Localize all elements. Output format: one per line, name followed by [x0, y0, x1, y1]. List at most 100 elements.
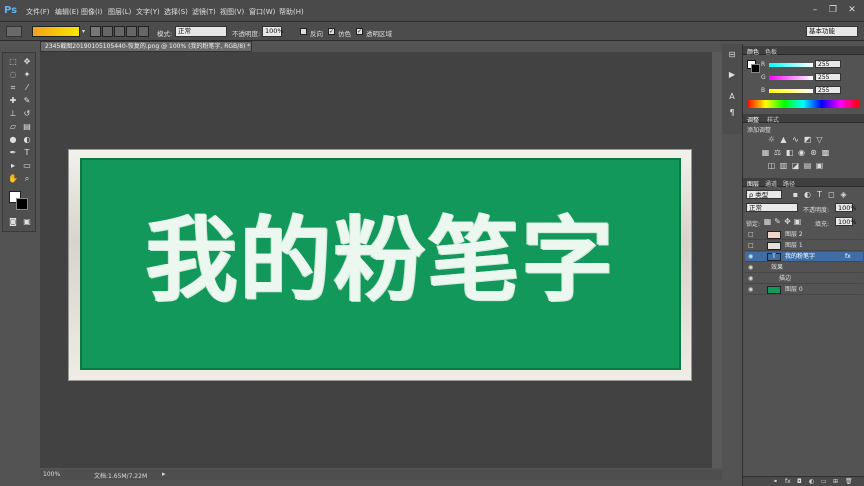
- healing-brush-icon[interactable]: ✚: [7, 96, 19, 106]
- new-layer-icon[interactable]: ⊞: [833, 478, 838, 485]
- color-lookup-icon[interactable]: ▩: [821, 149, 830, 157]
- opacity-input[interactable]: 100%: [262, 26, 284, 37]
- layer-row[interactable]: ◉ T 我的粉笔字 fx: [745, 252, 863, 262]
- visibility-toggle[interactable]: □: [748, 230, 756, 240]
- color-balance-icon[interactable]: ⚖: [773, 149, 782, 157]
- exposure-icon[interactable]: ◩: [803, 136, 812, 144]
- channel-mixer-icon[interactable]: ⊛: [809, 149, 818, 157]
- visibility-toggle[interactable]: □: [748, 241, 756, 251]
- eye-icon[interactable]: ◉: [748, 263, 756, 273]
- linear-gradient-icon[interactable]: [90, 26, 101, 37]
- menu-type[interactable]: 文字(Y): [136, 7, 160, 17]
- gradient-map-icon[interactable]: ▤: [803, 162, 812, 170]
- channel-g-value[interactable]: 255: [815, 73, 841, 81]
- curves-icon[interactable]: ∿: [791, 136, 800, 144]
- vertical-scrollbar[interactable]: [712, 52, 722, 468]
- magic-wand-icon[interactable]: ✦: [21, 70, 33, 80]
- menu-image[interactable]: 图像(I): [81, 7, 103, 17]
- zoom-tool-icon[interactable]: ⌕: [21, 174, 33, 184]
- layer-effect-row[interactable]: ◉ 效果: [745, 263, 863, 273]
- reverse-checkbox[interactable]: [300, 28, 307, 35]
- pen-tool-icon[interactable]: ✒: [7, 148, 19, 158]
- add-mask-icon[interactable]: ◘: [797, 478, 802, 485]
- transparency-checkbox[interactable]: ✓: [356, 28, 363, 35]
- clone-stamp-icon[interactable]: ⊥: [7, 109, 19, 119]
- angle-gradient-icon[interactable]: [114, 26, 125, 37]
- trash-icon[interactable]: 🗑: [845, 478, 853, 485]
- levels-icon[interactable]: ▲: [779, 136, 788, 144]
- tab-adjustments[interactable]: 调整: [747, 115, 759, 124]
- mode-select[interactable]: 正常: [175, 26, 227, 37]
- channel-r-slider[interactable]: [769, 63, 813, 67]
- filter-pixel-icon[interactable]: ▪: [791, 191, 800, 199]
- zoom-level[interactable]: 100%: [43, 471, 60, 478]
- status-menu-icon[interactable]: ▸: [162, 470, 166, 478]
- eye-icon[interactable]: ◉: [748, 274, 756, 284]
- blend-mode-select[interactable]: 正常: [746, 203, 798, 212]
- eye-icon[interactable]: ◉: [748, 252, 756, 262]
- lock-all-icon[interactable]: ▣: [793, 218, 802, 226]
- close-window-button[interactable]: ✕: [845, 5, 859, 16]
- brush-tool-icon[interactable]: ✎: [21, 96, 33, 106]
- vibrance-icon[interactable]: ▽: [815, 136, 824, 144]
- restore-button[interactable]: ❐: [826, 5, 840, 16]
- menu-view[interactable]: 视图(V): [220, 7, 244, 17]
- quick-mask-icon[interactable]: ◙: [7, 217, 19, 227]
- tab-color[interactable]: 颜色: [747, 47, 759, 56]
- background-color-swatch[interactable]: [16, 198, 28, 210]
- threshold-icon[interactable]: ◪: [791, 162, 800, 170]
- eraser-tool-icon[interactable]: ▱: [7, 122, 19, 132]
- dodge-tool-icon[interactable]: ◐: [21, 135, 33, 145]
- link-layers-icon[interactable]: ⚭: [773, 478, 778, 485]
- dither-checkbox[interactable]: ✓: [328, 28, 335, 35]
- fill-input[interactable]: 100%: [835, 217, 857, 226]
- brightness-icon[interactable]: ☼: [767, 136, 776, 144]
- history-brush-icon[interactable]: ↺: [21, 109, 33, 119]
- channel-b-value[interactable]: 255: [815, 86, 841, 94]
- channel-g-slider[interactable]: [769, 76, 813, 80]
- menu-file[interactable]: 文件(F): [26, 7, 50, 17]
- character-panel-icon[interactable]: A: [726, 92, 738, 102]
- filter-shape-icon[interactable]: ◻: [827, 191, 836, 199]
- color-spectrum-bar[interactable]: [747, 100, 859, 108]
- gradient-picker[interactable]: [32, 26, 80, 37]
- actions-panel-icon[interactable]: ▶: [726, 70, 738, 80]
- menu-filter[interactable]: 滤镜(T): [192, 7, 216, 17]
- menu-window[interactable]: 窗口(W): [249, 7, 275, 17]
- lock-transparent-icon[interactable]: ▦: [763, 218, 772, 226]
- eyedropper-icon[interactable]: ⁄: [21, 83, 33, 93]
- selective-color-icon[interactable]: ▣: [815, 162, 824, 170]
- diamond-gradient-icon[interactable]: [138, 26, 149, 37]
- new-adjustment-icon[interactable]: ◐: [809, 478, 814, 485]
- fx-icon[interactable]: fx: [845, 252, 851, 262]
- black-white-icon[interactable]: ◧: [785, 149, 794, 157]
- chevron-down-icon[interactable]: ▾: [82, 28, 85, 35]
- invert-icon[interactable]: ◫: [767, 162, 776, 170]
- gradient-tool-icon[interactable]: ▤: [21, 122, 33, 132]
- menu-select[interactable]: 选择(S): [164, 7, 188, 17]
- add-style-icon[interactable]: fx: [785, 478, 791, 485]
- path-select-icon[interactable]: ▸: [7, 161, 19, 171]
- document-tab[interactable]: 2345截图20190105105440-恢复的.png @ 100% (我的粉…: [40, 41, 252, 52]
- move-tool-icon[interactable]: ✥: [21, 57, 33, 67]
- blur-tool-icon[interactable]: ●: [7, 135, 19, 145]
- history-panel-icon[interactable]: ⊟: [726, 50, 738, 60]
- menu-layer[interactable]: 图层(L): [108, 7, 131, 17]
- tab-swatches[interactable]: 色板: [765, 47, 777, 56]
- tab-channels[interactable]: 通道: [765, 179, 777, 188]
- layer-opacity-input[interactable]: 100%: [835, 203, 857, 212]
- radial-gradient-icon[interactable]: [102, 26, 113, 37]
- layer-filter-select[interactable]: ρ 类型: [746, 190, 782, 199]
- layer-row[interactable]: □ 图层 1: [745, 241, 863, 251]
- lock-position-icon[interactable]: ✥: [783, 218, 792, 226]
- posterize-icon[interactable]: ▥: [779, 162, 788, 170]
- new-group-icon[interactable]: ▭: [821, 478, 827, 485]
- type-tool-icon[interactable]: T: [21, 148, 33, 158]
- reflected-gradient-icon[interactable]: [126, 26, 137, 37]
- filter-adjust-icon[interactable]: ◐: [803, 191, 812, 199]
- menu-help[interactable]: 帮助(H): [279, 7, 304, 17]
- channel-r-value[interactable]: 255: [815, 60, 841, 68]
- screen-mode-icon[interactable]: ▣: [21, 217, 33, 227]
- bg-color-chip[interactable]: [751, 64, 760, 73]
- channel-b-slider[interactable]: [769, 89, 813, 93]
